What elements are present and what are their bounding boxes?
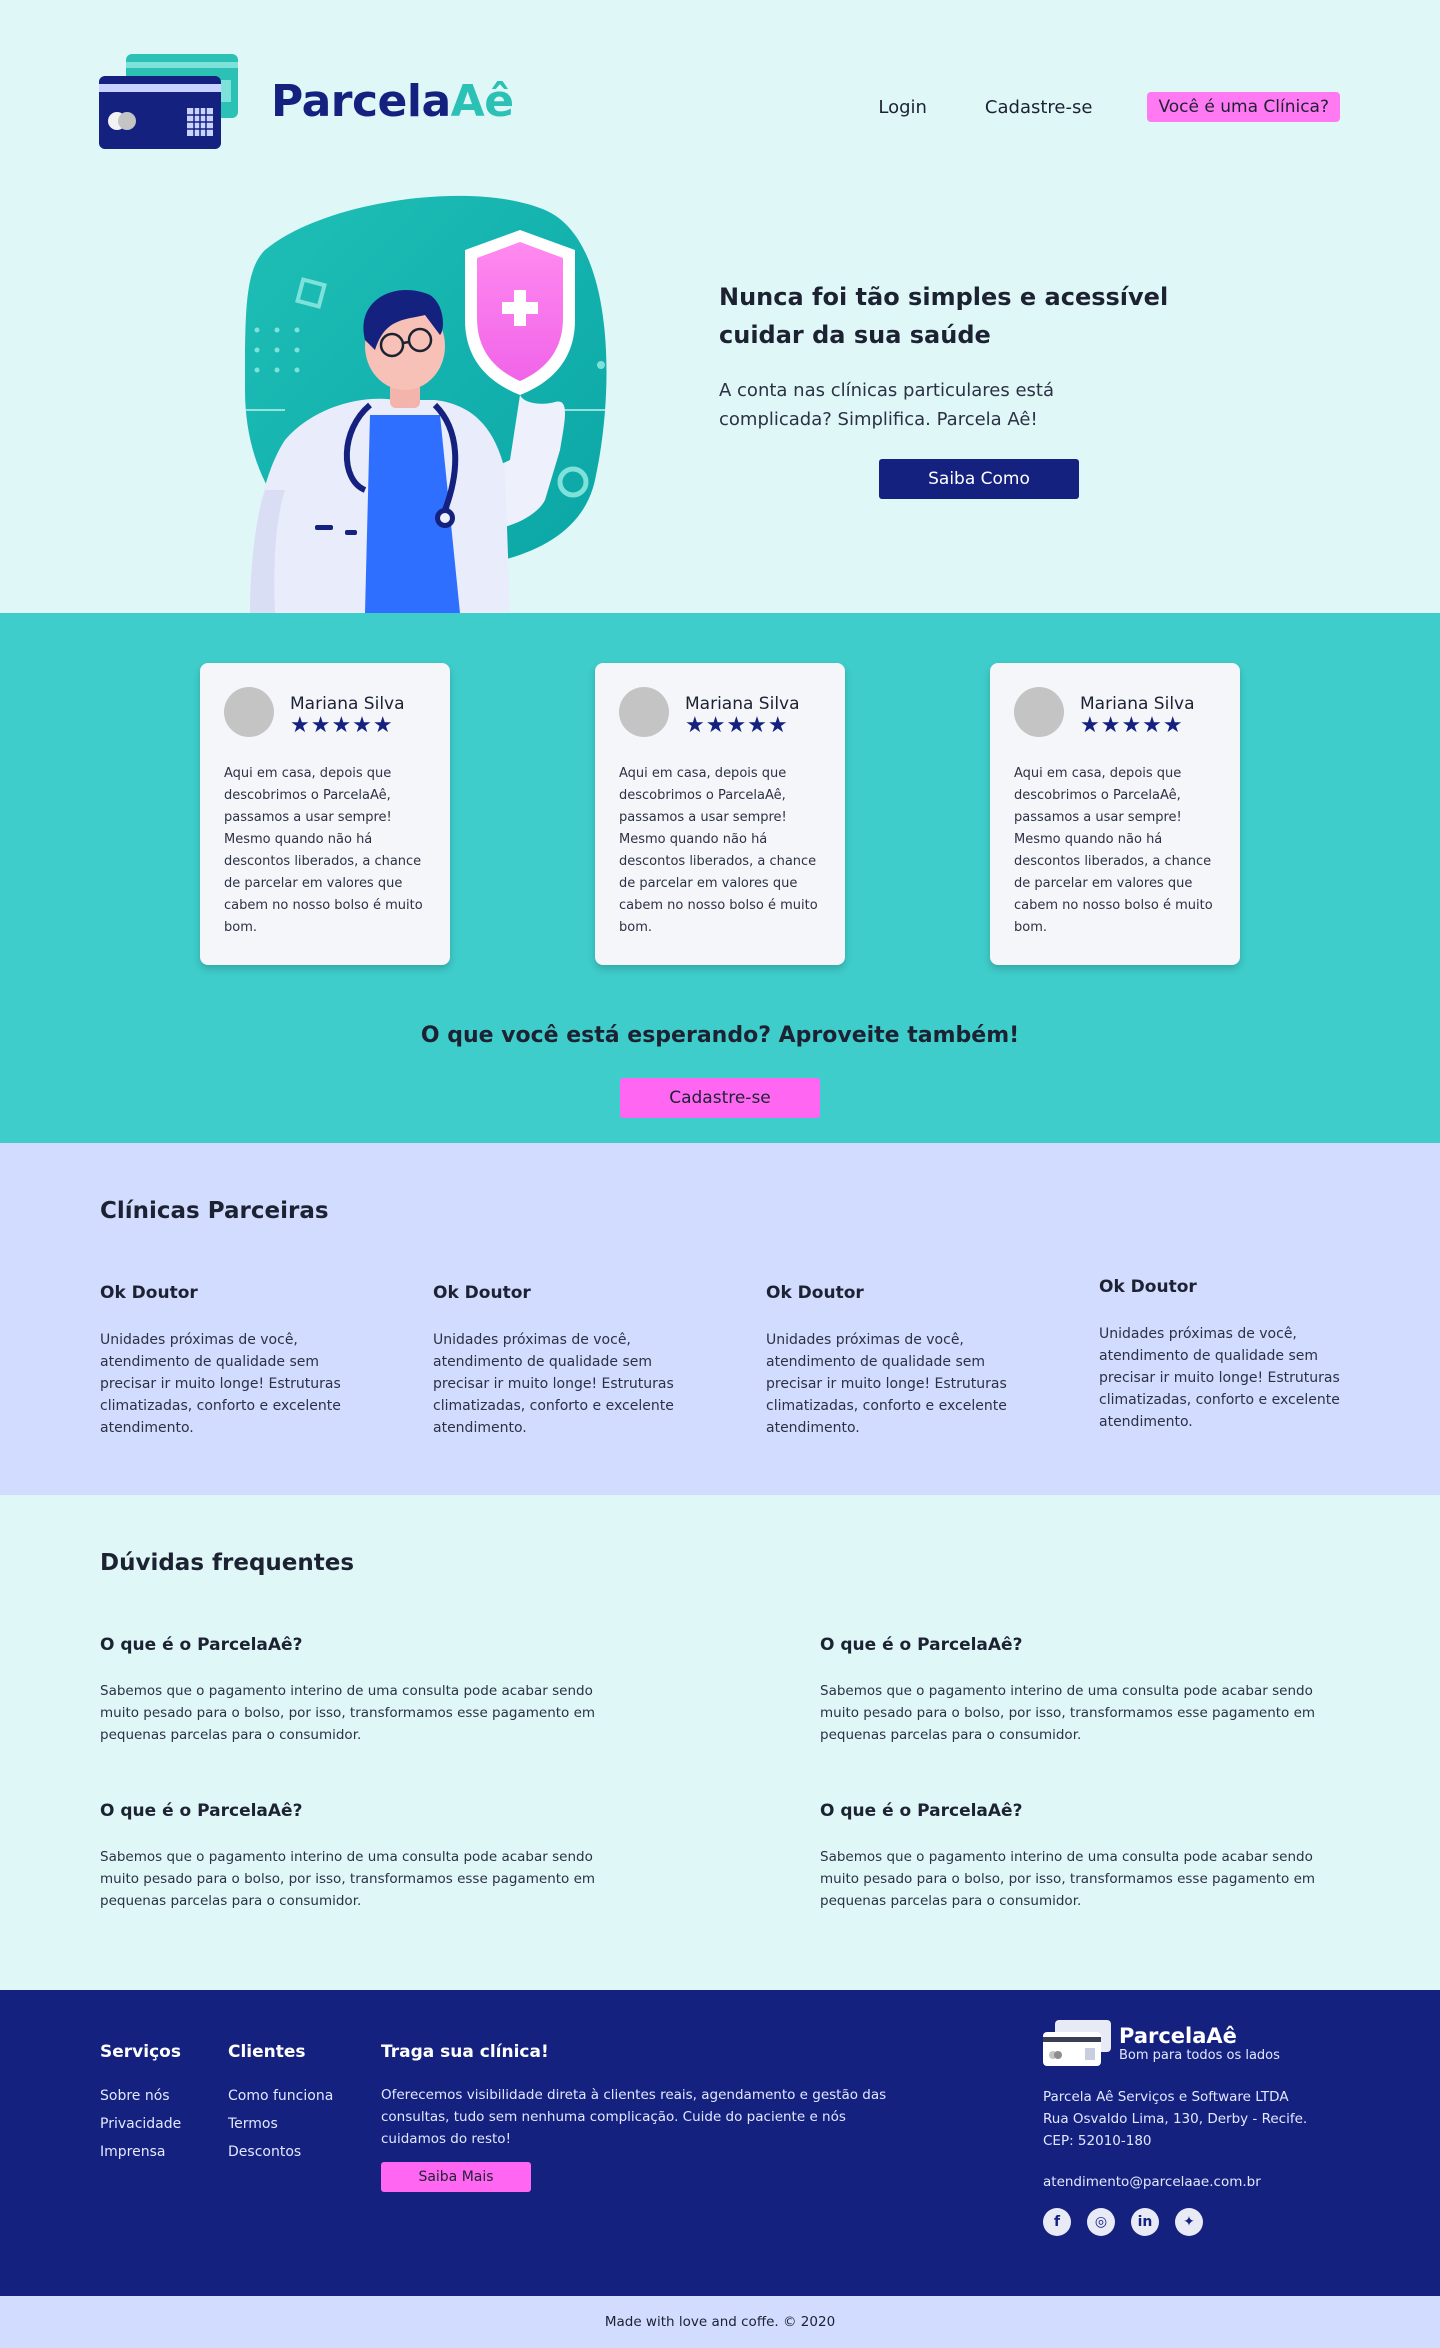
hero-text: Nunca foi tão simples e acessível cuidar… <box>719 278 1259 434</box>
testimonial-card: Mariana Silva ★★★★★ Aqui em casa, depois… <box>200 663 450 965</box>
brand-part1: Parcela <box>271 76 451 127</box>
clinic-name: Ok Doutor <box>100 1283 198 1303</box>
faq-title: Dúvidas frequentes <box>100 1550 355 1576</box>
clinic-name: Ok Doutor <box>766 1283 864 1303</box>
nav-signup-link[interactable]: Cadastre-se <box>985 97 1093 118</box>
clinic-description: Unidades próximas de você, atendimento d… <box>1099 1326 1340 1430</box>
footer-tagline: Bom para todos os lados <box>1119 2047 1280 2063</box>
star-rating-icon: ★★★★★ <box>290 713 394 738</box>
brand-wordmark: ParcelaAê <box>271 76 514 127</box>
avatar <box>619 687 669 737</box>
brand-part2: Aê <box>450 76 514 127</box>
linkedin-icon[interactable]: in <box>1131 2208 1159 2236</box>
footer-address: Parcela Aê Serviços e Software LTDA Rua … <box>1043 2086 1343 2152</box>
testimonial-card: Mariana Silva ★★★★★ Aqui em casa, depois… <box>990 663 1240 965</box>
faq-answer: Sabemos que o pagamento interino de uma … <box>820 1683 1316 1743</box>
brand-logo[interactable]: ParcelaAê <box>99 54 514 149</box>
clinic-description: Unidades próximas de você, atendimento d… <box>433 1332 674 1436</box>
footer-link-terms[interactable]: Termos <box>228 2110 333 2138</box>
hero-title: Nunca foi tão simples e acessível cuidar… <box>719 283 1169 349</box>
footer-bring-text: Oferecemos visibilidade direta à cliente… <box>381 2087 887 2147</box>
nav-login-link[interactable]: Login <box>878 97 927 118</box>
testimonial-quote: Aqui em casa, depois que descobrimos o P… <box>619 766 818 935</box>
footer-services-title: Serviços <box>100 2042 181 2062</box>
footer-bring-title: Traga sua clínica! <box>381 2042 549 2062</box>
faq-item[interactable]: O que é o ParcelaAê? Sabemos que o pagam… <box>820 1801 1340 1912</box>
faq-question: O que é o ParcelaAê? <box>820 1635 1023 1655</box>
footer-link-about[interactable]: Sobre nós <box>100 2082 181 2110</box>
star-rating-icon: ★★★★★ <box>1080 713 1184 738</box>
clinic-item: Ok Doutor Unidades próximas de você, ate… <box>100 1283 360 1439</box>
footer-link-how-it-works[interactable]: Como funciona <box>228 2082 333 2110</box>
avatar <box>1014 687 1064 737</box>
clinic-name: Ok Doutor <box>433 1283 531 1303</box>
social-links: f ◎ in ✦ <box>1043 2208 1343 2236</box>
faq-section: Dúvidas frequentes O que é o ParcelaAê? … <box>0 1495 1440 1990</box>
footer-link-privacy[interactable]: Privacidade <box>100 2110 181 2138</box>
doctor-illustration <box>245 190 615 613</box>
clinic-item: Ok Doutor Unidades próximas de você, ate… <box>433 1283 693 1439</box>
footer-link-press[interactable]: Imprensa <box>100 2138 181 2166</box>
footer-clients: Clientes Como funciona Termos Descontos <box>228 2042 333 2166</box>
street-address: Rua Osvaldo Lima, 130, Derby - Recife. <box>1043 2111 1308 2127</box>
faq-question: O que é o ParcelaAê? <box>100 1801 303 1821</box>
reviewer-name: Mariana Silva <box>290 694 405 714</box>
clinic-description: Unidades próximas de você, atendimento d… <box>766 1332 1007 1436</box>
bottom-bar: Made with love and coffe. © 2020 <box>0 2296 1440 2348</box>
reviewer-name: Mariana Silva <box>685 694 800 714</box>
credit-cards-icon <box>99 54 241 149</box>
top-nav: Login Cadastre-se Você é uma Clínica? <box>878 92 1340 122</box>
reviewer-name: Mariana Silva <box>1080 694 1195 714</box>
testimonials-section: Mariana Silva ★★★★★ Aqui em casa, depois… <box>0 613 1440 1143</box>
hero-subtitle: A conta nas clínicas particulares está c… <box>719 380 1055 430</box>
faq-question: O que é o ParcelaAê? <box>820 1801 1023 1821</box>
learn-how-button[interactable]: Saiba Como <box>879 459 1079 499</box>
instagram-icon[interactable]: ◎ <box>1087 2208 1115 2236</box>
nav-clinic-button[interactable]: Você é uma Clínica? <box>1147 92 1340 122</box>
footer-clients-title: Clientes <box>228 2042 306 2062</box>
star-rating-icon: ★★★★★ <box>685 713 789 738</box>
learn-more-button[interactable]: Saiba Mais <box>381 2162 531 2192</box>
footer-bring-clinic: Traga sua clínica! Oferecemos visibilida… <box>381 2042 911 2192</box>
footer-brand: ParcelaAê Bom para todos os lados Parcel… <box>1043 2020 1343 2236</box>
cta-title: O que você está esperando? Aproveite tam… <box>420 1023 1020 1048</box>
hero-section: ParcelaAê Login Cadastre-se Você é uma C… <box>0 0 1440 613</box>
clinic-item: Ok Doutor Unidades próximas de você, ate… <box>1099 1277 1359 1433</box>
signup-cta-button[interactable]: Cadastre-se <box>620 1078 820 1118</box>
clinic-description: Unidades próximas de você, atendimento d… <box>100 1332 341 1436</box>
footer-logo: ParcelaAê Bom para todos os lados <box>1043 2020 1343 2066</box>
company-name: Parcela Aê Serviços e Software LTDA <box>1043 2089 1289 2105</box>
twitter-icon[interactable]: ✦ <box>1175 2208 1203 2236</box>
credit-cards-icon <box>1043 2020 1111 2066</box>
avatar <box>224 687 274 737</box>
clinic-item: Ok Doutor Unidades próximas de você, ate… <box>766 1283 1026 1439</box>
partner-clinics-section: Clínicas Parceiras Ok Doutor Unidades pr… <box>0 1143 1440 1495</box>
testimonial-card: Mariana Silva ★★★★★ Aqui em casa, depois… <box>595 663 845 965</box>
faq-answer: Sabemos que o pagamento interino de uma … <box>100 1683 596 1743</box>
site-footer: Serviços Sobre nós Privacidade Imprensa … <box>0 1990 1440 2296</box>
faq-answer: Sabemos que o pagamento interino de uma … <box>100 1849 596 1909</box>
clinic-name: Ok Doutor <box>1099 1277 1197 1297</box>
clinics-title: Clínicas Parceiras <box>100 1198 329 1224</box>
footer-services: Serviços Sobre nós Privacidade Imprensa <box>100 2042 181 2166</box>
footer-email[interactable]: atendimento@parcelaae.com.br <box>1043 2174 1343 2190</box>
faq-item[interactable]: O que é o ParcelaAê? Sabemos que o pagam… <box>820 1635 1340 1746</box>
faq-question: O que é o ParcelaAê? <box>100 1635 303 1655</box>
faq-item[interactable]: O que é o ParcelaAê? Sabemos que o pagam… <box>100 1801 620 1912</box>
footer-brand-name: ParcelaAê <box>1119 2023 1237 2048</box>
testimonial-quote: Aqui em casa, depois que descobrimos o P… <box>1014 766 1213 935</box>
faq-answer: Sabemos que o pagamento interino de uma … <box>820 1849 1316 1909</box>
facebook-icon[interactable]: f <box>1043 2208 1071 2236</box>
footer-link-discounts[interactable]: Descontos <box>228 2138 333 2166</box>
postal-code: CEP: 52010-180 <box>1043 2133 1152 2149</box>
faq-item[interactable]: O que é o ParcelaAê? Sabemos que o pagam… <box>100 1635 620 1746</box>
testimonial-quote: Aqui em casa, depois que descobrimos o P… <box>224 766 423 935</box>
